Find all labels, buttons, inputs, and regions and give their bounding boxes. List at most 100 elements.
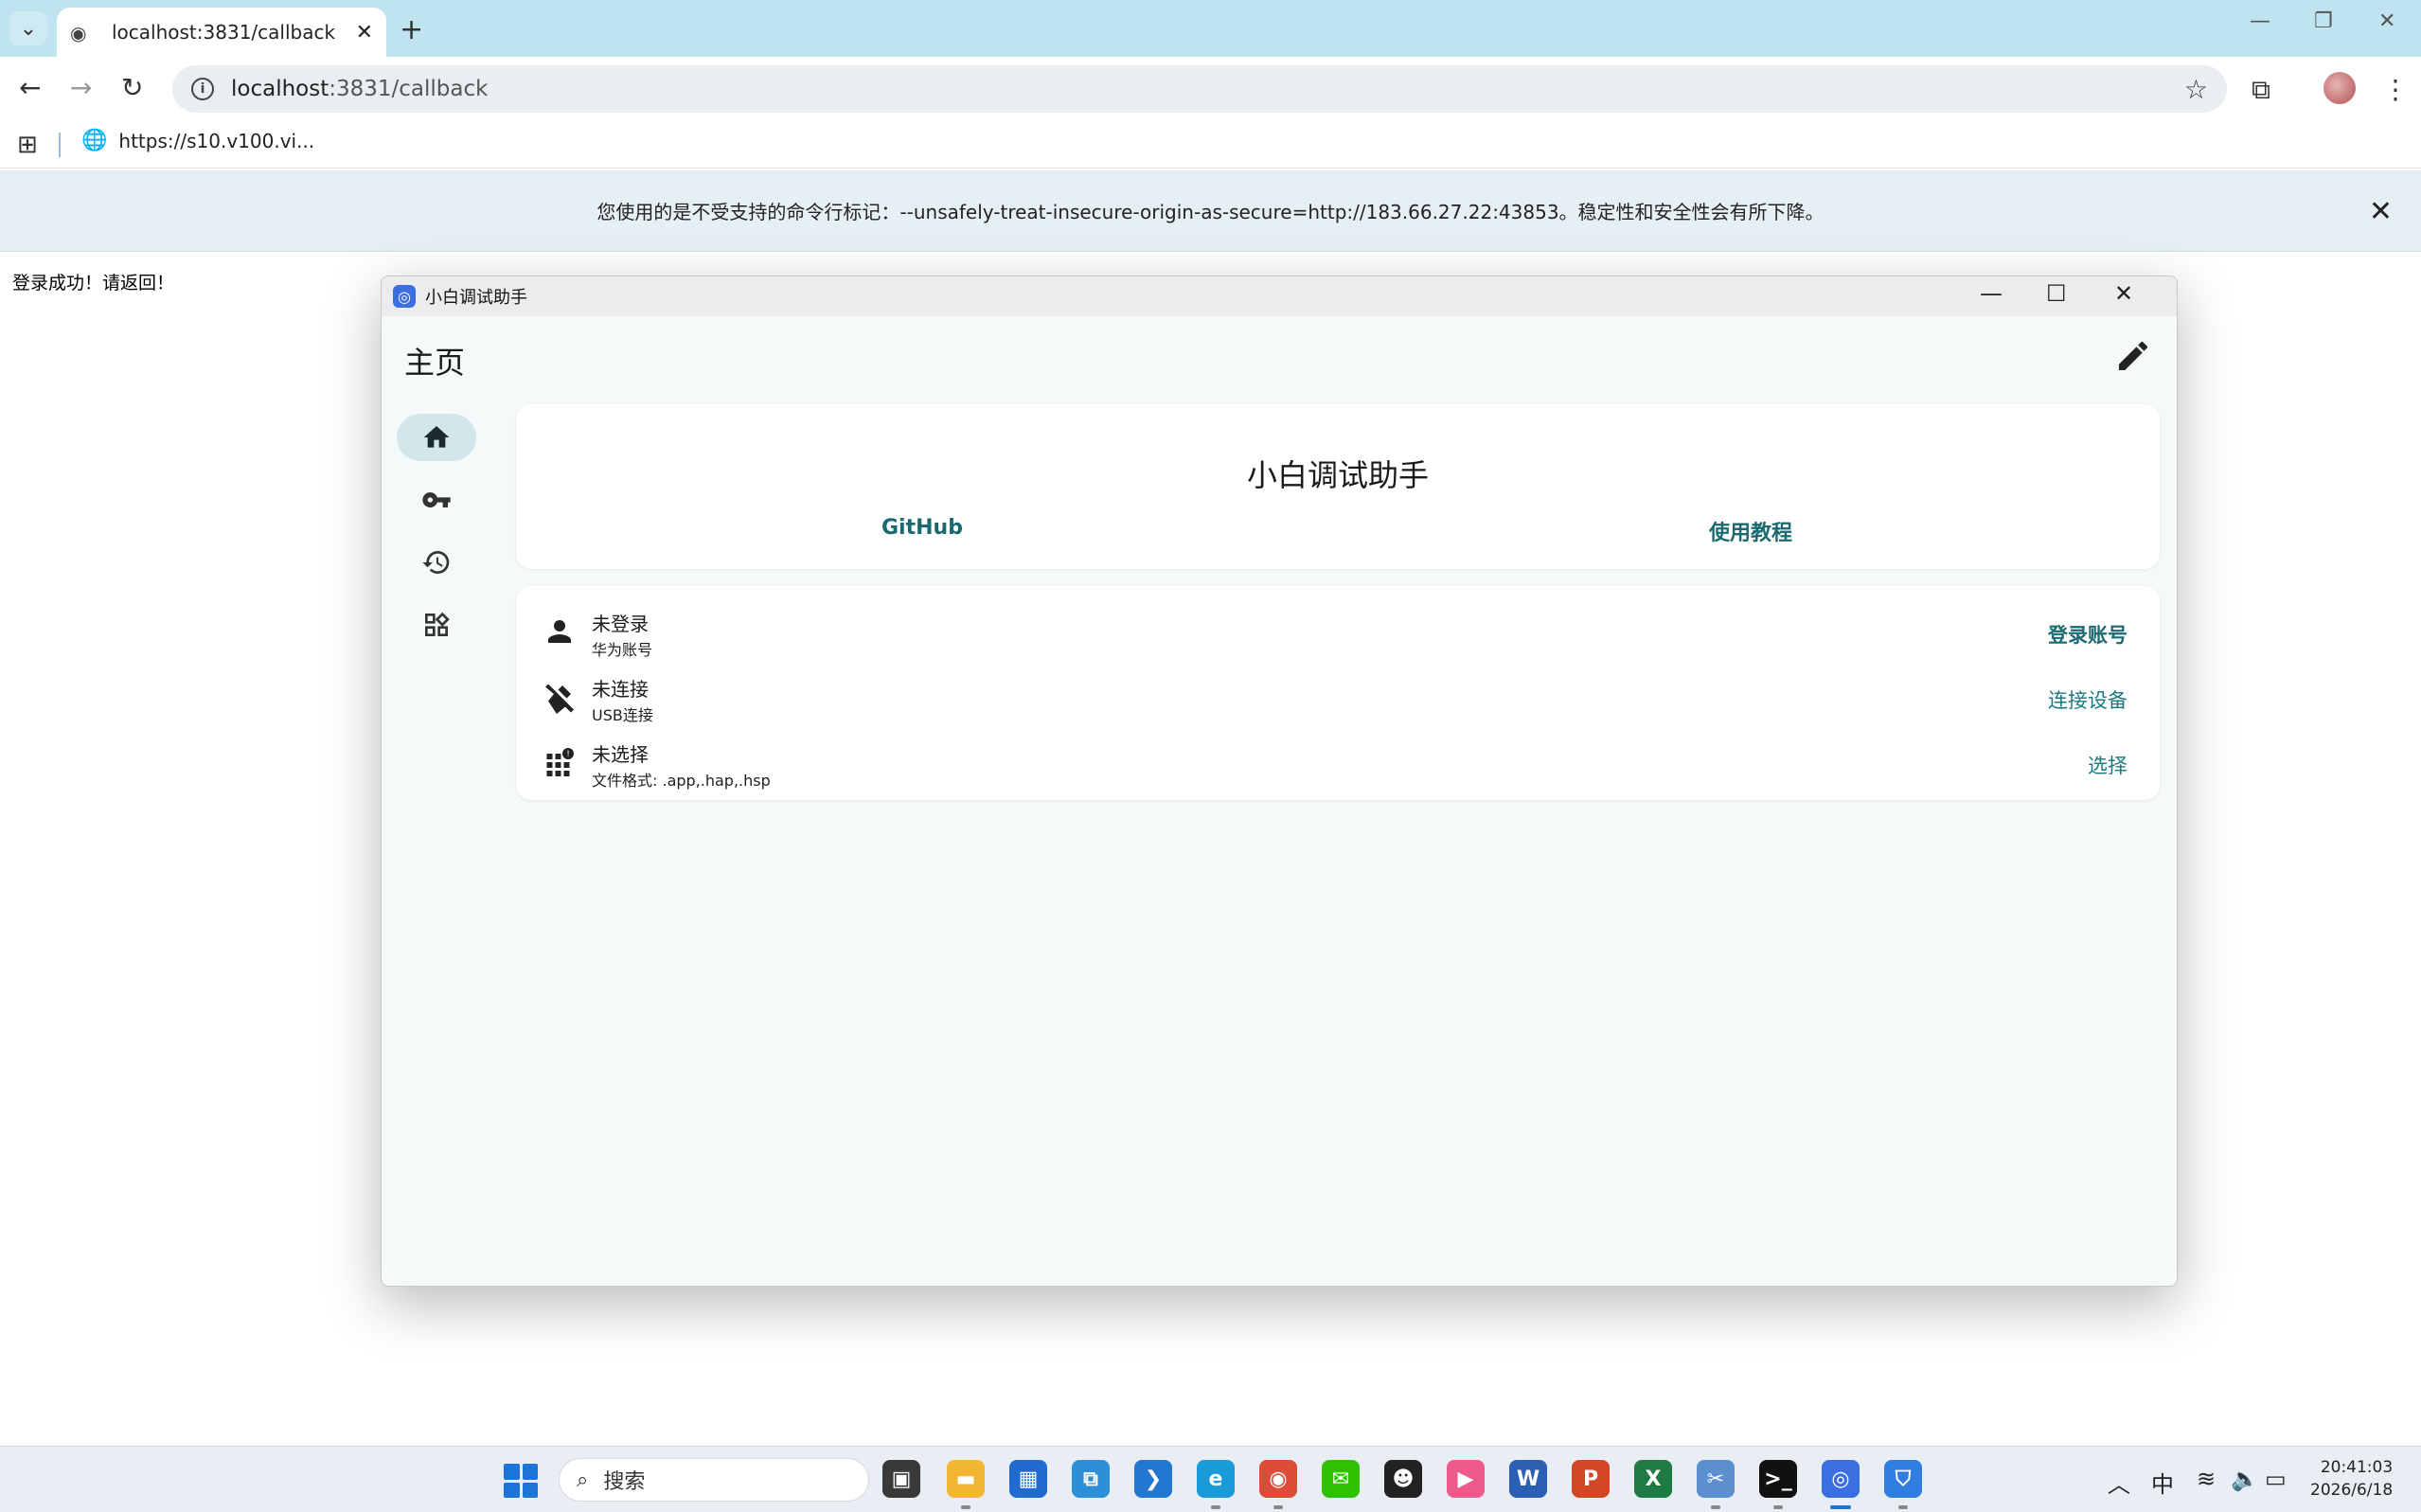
list-item: 未登录 华为账号 登录账号 bbox=[516, 601, 2160, 667]
browser-tabstrip: ⌄ ◉ localhost:3831/callback ✕ + — ❐ ✕ bbox=[0, 0, 2421, 57]
ime-indicator[interactable]: 中 bbox=[2151, 1466, 2174, 1499]
nav-history[interactable] bbox=[397, 539, 476, 586]
terminal-icon[interactable]: >_ bbox=[1759, 1460, 1797, 1498]
file-explorer-icon[interactable]: ▬ bbox=[947, 1460, 985, 1498]
running-indicator bbox=[1773, 1505, 1783, 1509]
nav-home[interactable] bbox=[397, 414, 476, 461]
powerpoint-icon[interactable]: P bbox=[1572, 1460, 1610, 1498]
volume-icon[interactable]: 🔈 bbox=[2231, 1466, 2259, 1492]
wechat-icon[interactable]: ✉ bbox=[1322, 1460, 1360, 1498]
address-bar[interactable]: i localhost:3831/callback ☆ bbox=[172, 65, 2227, 113]
active-indicator bbox=[1830, 1505, 1851, 1509]
tab-close-icon[interactable]: ✕ bbox=[356, 21, 373, 44]
running-indicator bbox=[1898, 1505, 1908, 1509]
reload-button[interactable]: ↻ bbox=[121, 72, 143, 103]
hero-card: 小白调试助手 GitHub 使用教程 bbox=[516, 404, 2160, 569]
row-title: 未登录 bbox=[592, 613, 649, 635]
edge-icon[interactable]: e bbox=[1197, 1460, 1235, 1498]
list-item: ! 未选择 文件格式: .app,.hap,.hsp 选择 bbox=[516, 732, 2160, 798]
svg-text:!: ! bbox=[566, 750, 570, 759]
login-account-button[interactable]: 登录账号 bbox=[2048, 620, 2127, 649]
bookmarks-bar: ⊞ 🌐 https://s10.v100.vi... bbox=[0, 119, 2421, 169]
browser-close-button[interactable]: ✕ bbox=[2378, 9, 2395, 33]
bookmarks-divider bbox=[59, 133, 61, 157]
browser-toolbar: ← → ↻ i localhost:3831/callback ☆ ⧉ ⋮ bbox=[0, 57, 2421, 119]
profile-avatar[interactable] bbox=[2323, 72, 2356, 104]
app-close-button[interactable]: ✕ bbox=[2114, 280, 2133, 307]
word-icon[interactable]: W bbox=[1509, 1460, 1547, 1498]
app-maximize-button[interactable]: ☐ bbox=[2046, 280, 2067, 307]
select-file-button[interactable]: 选择 bbox=[2088, 751, 2127, 779]
edit-icon[interactable] bbox=[2114, 337, 2152, 375]
running-indicator bbox=[1211, 1505, 1220, 1509]
windows-taskbar: ⌕ 搜索 ▣ ▬ ▦ ⧉ ❯ e ◉ ✉ ☻ ▶ W P X ✂ >_ ◎ ⛉ … bbox=[0, 1446, 2421, 1512]
tab-search-button[interactable]: ⌄ bbox=[9, 11, 47, 45]
clock-time: 20:41:03 bbox=[2320, 1458, 2394, 1477]
running-indicator bbox=[1273, 1505, 1283, 1509]
infobar-close-icon[interactable]: ✕ bbox=[2369, 195, 2393, 228]
system-clock[interactable]: 20:41:03 2026/6/18 bbox=[2310, 1456, 2393, 1502]
row-title: 未选择 bbox=[592, 743, 649, 766]
forward-button[interactable]: → bbox=[70, 72, 92, 103]
hero-title: 小白调试助手 bbox=[1246, 457, 1429, 493]
nav-widgets[interactable] bbox=[397, 601, 476, 649]
debug-assistant-taskbar-icon[interactable]: ◎ bbox=[1822, 1460, 1860, 1498]
snipping-tool-icon[interactable]: ✂ bbox=[1697, 1460, 1735, 1498]
page-title: 主页 bbox=[404, 345, 466, 381]
start-button[interactable] bbox=[504, 1464, 538, 1498]
tab-title: localhost:3831/callback bbox=[112, 21, 336, 44]
person-icon bbox=[548, 620, 571, 643]
address-text: localhost:3831/callback bbox=[231, 77, 2184, 101]
app-minimize-button[interactable]: — bbox=[1980, 280, 2003, 307]
browser-minimize-button[interactable]: — bbox=[2250, 9, 2270, 33]
remote-desktop-icon[interactable]: ⧉ bbox=[1072, 1460, 1110, 1498]
chrome-icon[interactable]: ◉ bbox=[1259, 1460, 1297, 1498]
qq-icon[interactable]: ☻ bbox=[1384, 1460, 1422, 1498]
connect-device-button[interactable]: 连接设备 bbox=[2048, 685, 2127, 714]
excel-icon[interactable]: X bbox=[1634, 1460, 1672, 1498]
github-link[interactable]: GitHub bbox=[881, 516, 963, 540]
back-button[interactable]: ← bbox=[19, 72, 41, 103]
browser-restore-button[interactable]: ❐ bbox=[2314, 9, 2333, 33]
taskbar-search[interactable]: ⌕ 搜索 bbox=[559, 1458, 869, 1502]
apps-grid-icon[interactable]: ⊞ bbox=[17, 131, 38, 159]
vscode-icon[interactable]: ❯ bbox=[1134, 1460, 1172, 1498]
nav-rail bbox=[397, 414, 476, 664]
row-subtitle: USB连接 bbox=[592, 706, 653, 724]
app-window: ◎ 小白调试助手 — ☐ ✕ 主页 小白调试助手 GitHub 使用教程 未登录 bbox=[381, 276, 2178, 1287]
wifi-icon[interactable]: ≋ bbox=[2197, 1466, 2216, 1492]
home-icon bbox=[423, 426, 450, 448]
key-icon bbox=[422, 492, 451, 507]
new-tab-button[interactable]: + bbox=[400, 13, 423, 46]
widgets-icon bbox=[425, 612, 450, 636]
battery-icon[interactable]: ▭ bbox=[2265, 1466, 2287, 1492]
apps-badge-icon: ! bbox=[546, 748, 574, 776]
unsupported-flag-infobar: 您使用的是不受支持的命令行标记：--unsafely-treat-insecur… bbox=[0, 170, 2421, 252]
bookmark-star-icon[interactable]: ☆ bbox=[2184, 74, 2208, 105]
nav-keys[interactable] bbox=[397, 476, 476, 524]
list-item: 未连接 USB连接 连接设备 bbox=[516, 667, 2160, 733]
tutorial-link[interactable]: 使用教程 bbox=[1709, 516, 1792, 546]
browser-menu-icon[interactable]: ⋮ bbox=[2382, 74, 2409, 105]
infobar-message: 您使用的是不受支持的命令行标记：--unsafely-treat-insecur… bbox=[596, 201, 1825, 223]
tab-favicon-icon: ◉ bbox=[70, 22, 87, 44]
row-subtitle: 华为账号 bbox=[592, 641, 653, 659]
ms-store-icon[interactable]: ▦ bbox=[1009, 1460, 1047, 1498]
site-info-icon[interactable]: i bbox=[191, 78, 214, 100]
url-path: :3831/callback bbox=[329, 77, 489, 101]
app-window-title: 小白调试助手 bbox=[425, 288, 527, 308]
task-view-icon[interactable]: ▣ bbox=[882, 1460, 920, 1498]
bilibili-icon[interactable]: ▶ bbox=[1447, 1460, 1485, 1498]
status-card: 未登录 华为账号 登录账号 未连接 USB连接 连接设备 ! 未选择 文件格式:… bbox=[516, 586, 2160, 800]
browser-tab[interactable]: ◉ localhost:3831/callback ✕ bbox=[57, 8, 386, 57]
running-indicator bbox=[961, 1505, 970, 1509]
bookmark-label: https://s10.v100.vi... bbox=[118, 129, 315, 152]
usb-off-icon bbox=[545, 684, 574, 714]
tray-chevron-icon[interactable]: ︿ bbox=[2108, 1466, 2130, 1499]
app-logo-icon: ◎ bbox=[393, 285, 416, 308]
extensions-icon[interactable]: ⧉ bbox=[2252, 74, 2270, 106]
security-shield-icon[interactable]: ⛉ bbox=[1884, 1460, 1922, 1498]
clock-date: 2026/6/18 bbox=[2310, 1481, 2394, 1500]
bookmark-item[interactable]: 🌐 https://s10.v100.vi... bbox=[81, 129, 314, 152]
history-icon bbox=[422, 551, 450, 574]
